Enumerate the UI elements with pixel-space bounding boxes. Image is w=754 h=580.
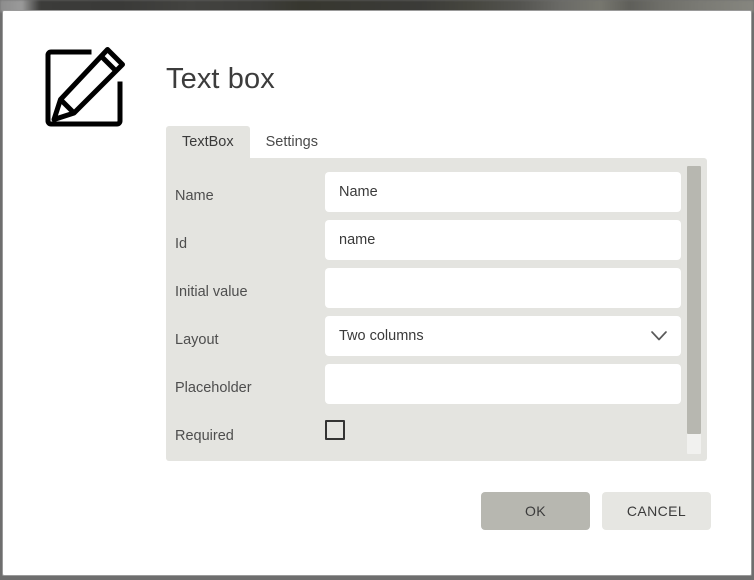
field-label-placeholder: Placeholder	[175, 364, 325, 398]
form-panel: Name Id Initial value Layout	[166, 158, 707, 461]
dialog-footer: OK CANCEL	[481, 492, 711, 530]
form-scrollbar-thumb[interactable]	[687, 166, 701, 434]
field-control-id	[325, 220, 681, 260]
dialog-header: Text box TextBox Settings	[3, 11, 752, 151]
page-title: Text box	[166, 59, 275, 99]
tab-settings[interactable]: Settings	[250, 126, 334, 158]
field-label-layout: Layout	[175, 316, 325, 350]
initial-value-input[interactable]	[325, 268, 681, 308]
tab-bar: TextBox Settings	[166, 126, 334, 158]
field-label-required: Required	[175, 412, 325, 446]
form-row-required: Required	[166, 412, 687, 460]
field-control-layout: Two columns	[325, 316, 681, 356]
id-input[interactable]	[325, 220, 681, 260]
layout-select[interactable]: Two columns	[325, 316, 681, 356]
required-checkbox[interactable]	[325, 420, 345, 440]
document-edit-icon	[41, 45, 127, 131]
field-control-name	[325, 172, 681, 212]
tab-textbox[interactable]: TextBox	[166, 126, 250, 158]
name-input[interactable]	[325, 172, 681, 212]
field-control-required	[325, 412, 681, 440]
form-row-placeholder: Placeholder	[166, 364, 687, 412]
form-row-initial-value: Initial value	[166, 268, 687, 316]
text-box-settings-dialog: Text box TextBox Settings Name Id Initia…	[2, 10, 752, 576]
field-control-initial-value	[325, 268, 681, 308]
form-scrollbar-track[interactable]	[687, 166, 701, 454]
layout-select-wrapper[interactable]: Two columns	[325, 316, 681, 356]
field-label-id: Id	[175, 220, 325, 254]
form-row-name: Name	[166, 172, 687, 220]
placeholder-input[interactable]	[325, 364, 681, 404]
field-label-name: Name	[175, 172, 325, 206]
ok-button[interactable]: OK	[481, 492, 590, 530]
form-field-list: Name Id Initial value Layout	[166, 158, 687, 460]
cancel-button[interactable]: CANCEL	[602, 492, 711, 530]
field-label-initial-value: Initial value	[175, 268, 325, 302]
form-row-layout: Layout Two columns	[166, 316, 687, 364]
field-control-placeholder	[325, 364, 681, 404]
form-row-id: Id	[166, 220, 687, 268]
